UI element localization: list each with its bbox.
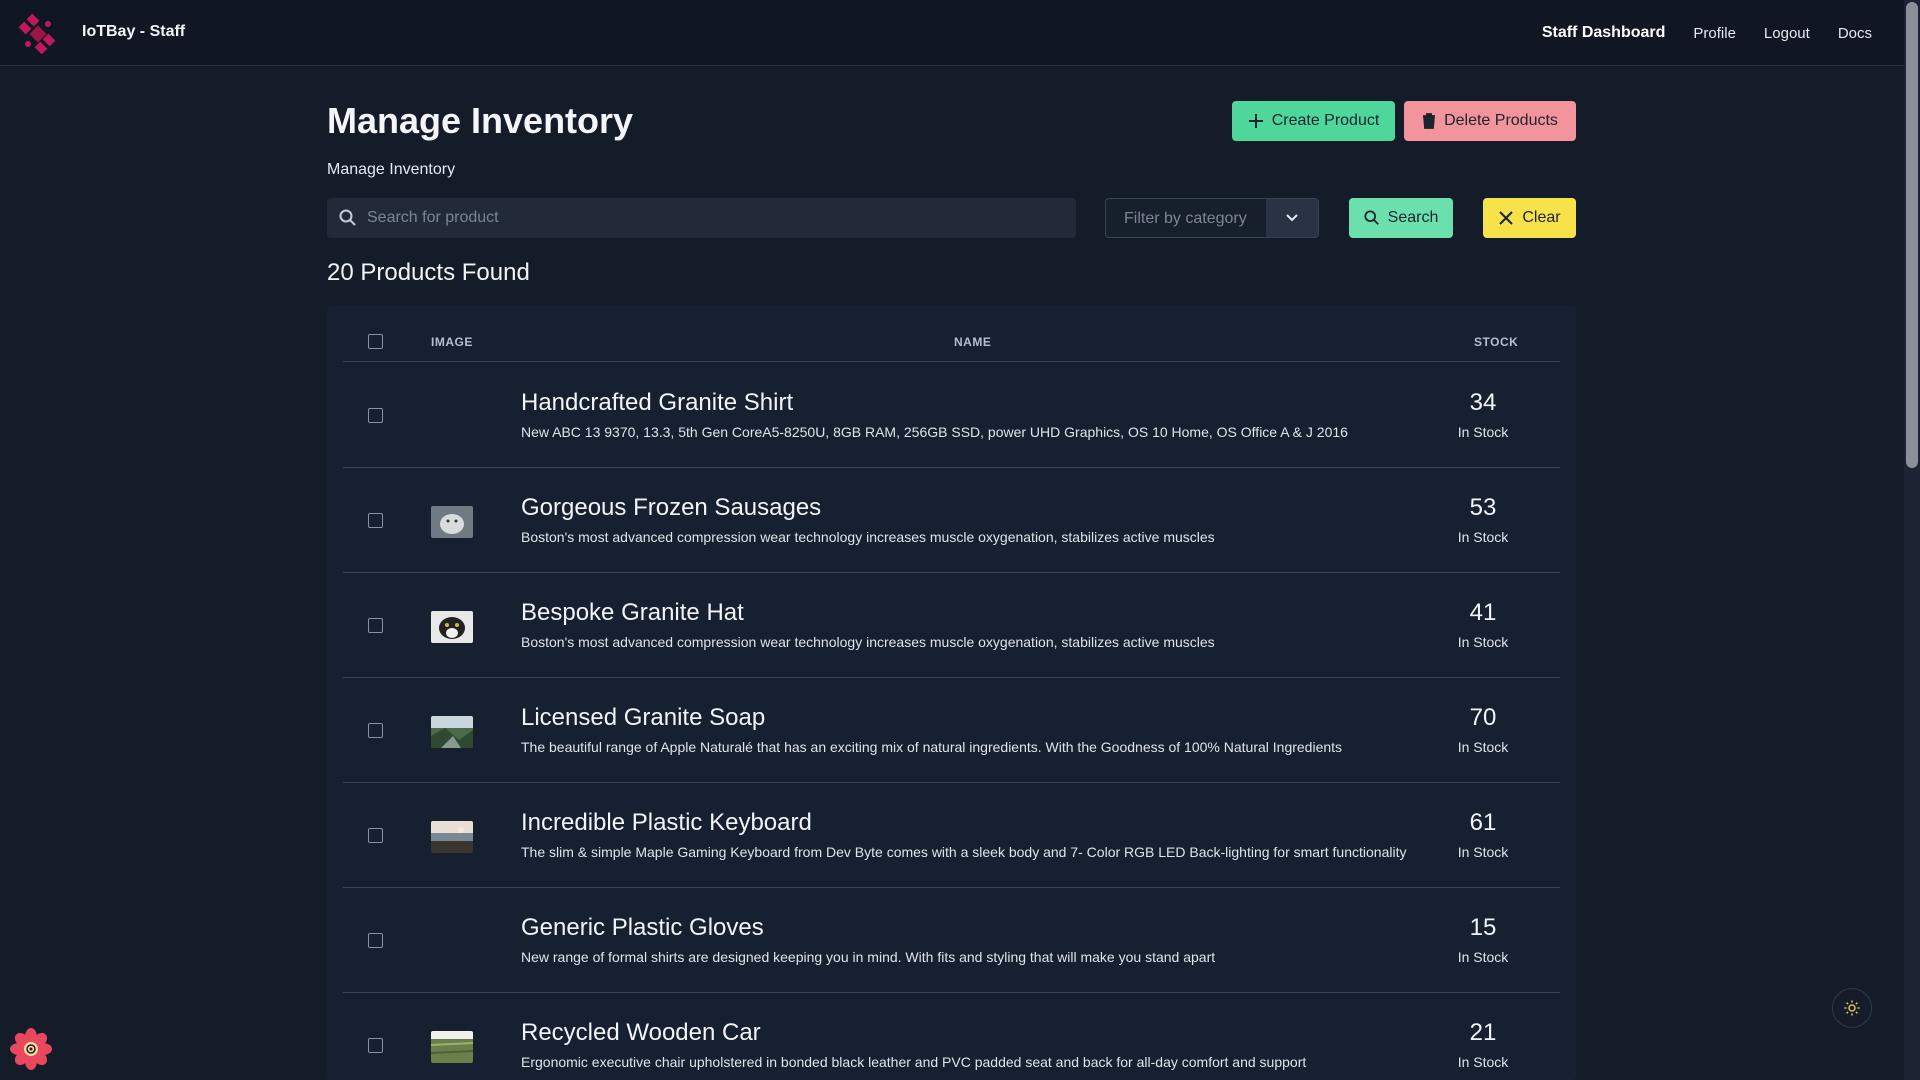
nav-links: Staff Dashboard Profile Logout Docs [1528,0,1886,66]
row-checkbox[interactable] [368,513,383,528]
nav-profile[interactable]: Profile [1679,25,1750,42]
page-scrollbar[interactable] [1904,0,1920,1080]
category-filter-toggle[interactable] [1266,199,1318,237]
search-field [327,198,1076,238]
select-all-checkbox[interactable] [368,334,383,349]
delete-products-label: Delete Products [1444,112,1558,129]
product-name[interactable]: Bespoke Granite Hat [521,599,744,627]
nav-logout[interactable]: Logout [1750,25,1824,42]
product-thumbnail [431,1031,473,1063]
close-icon [1499,211,1514,225]
product-description: New range of formal shirts are designed … [521,949,1216,965]
category-filter-select[interactable]: Filter by category [1105,198,1319,238]
product-description: The beautiful range of Apple Naturalé th… [521,739,1343,755]
stock-status: In Stock [1457,634,1509,650]
table-header: IMAGE NAME STOCK [343,306,1560,362]
search-icon [1364,210,1379,225]
stock-status: In Stock [1457,529,1509,545]
product-name[interactable]: Generic Plastic Gloves [521,914,764,942]
scrollbar-thumb[interactable] [1906,2,1918,468]
product-thumbnail [431,506,473,538]
table-row[interactable]: Incredible Plastic Keyboard The slim & s… [343,783,1560,888]
category-filter-placeholder: Filter by category [1124,210,1247,227]
nav-staff-dashboard[interactable]: Staff Dashboard [1528,24,1680,42]
theme-toggle-button[interactable] [1832,988,1872,1028]
row-checkbox[interactable] [368,723,383,738]
product-description: New ABC 13 9370, 13.3, 5th Gen CoreA5-82… [521,424,1348,440]
column-header-name: NAME [954,335,992,349]
stock-status: In Stock [1457,1054,1509,1070]
product-description: Boston's most advanced compression wear … [521,529,1215,545]
table-row[interactable]: Bespoke Granite Hat Boston's most advanc… [343,573,1560,678]
create-product-label: Create Product [1271,112,1380,129]
stock-status: In Stock [1457,424,1509,440]
trash-icon [1423,113,1436,129]
row-checkbox[interactable] [368,828,383,843]
search-input[interactable] [367,198,1057,238]
table-row[interactable]: Recycled Wooden Car Ergonomic executive … [343,993,1560,1080]
table-row[interactable]: Handcrafted Granite Shirt New ABC 13 937… [343,363,1560,468]
page-title: Manage Inventory [327,100,634,141]
table-row[interactable]: Generic Plastic Gloves New range of form… [343,888,1560,993]
stock-status: In Stock [1457,949,1509,965]
stock-count: 61 [1469,809,1497,836]
column-header-stock: STOCK [1474,335,1519,349]
sun-icon [1844,1000,1860,1016]
product-name[interactable]: Gorgeous Frozen Sausages [521,494,821,522]
clear-button-label: Clear [1522,209,1561,226]
product-description: The slim & simple Maple Gaming Keyboard … [521,844,1407,860]
product-thumbnail [431,716,473,748]
nav-docs[interactable]: Docs [1824,25,1886,42]
row-checkbox[interactable] [368,1038,383,1053]
brand-logo-icon[interactable] [18,14,58,54]
plus-icon [1248,114,1263,128]
stock-status: In Stock [1457,739,1509,755]
stock-count: 21 [1469,1019,1497,1046]
row-checkbox[interactable] [368,933,383,948]
product-description: Ergonomic executive chair upholstered in… [521,1054,1307,1070]
stock-count: 70 [1469,704,1497,731]
product-description: Boston's most advanced compression wear … [521,634,1215,650]
page-subtitle: Manage Inventory [327,161,456,178]
table-row[interactable]: Gorgeous Frozen Sausages Boston's most a… [343,468,1560,573]
row-checkbox[interactable] [368,618,383,633]
flower-logo-icon[interactable] [10,1028,52,1070]
stock-status: In Stock [1457,844,1509,860]
top-navbar: IoTBay - Staff Staff Dashboard Profile L… [0,0,1904,66]
row-checkbox[interactable] [368,408,383,423]
products-table: IMAGE NAME STOCK Handcrafted Granite Shi… [327,306,1576,1080]
search-button[interactable]: Search [1349,198,1453,238]
search-icon [339,209,356,226]
results-count: 20 Products Found [327,259,530,286]
stock-count: 34 [1469,389,1497,416]
product-name[interactable]: Recycled Wooden Car [521,1019,761,1047]
product-name[interactable]: Licensed Granite Soap [521,704,765,732]
stock-count: 41 [1469,599,1497,626]
chevron-down-icon [1286,214,1298,222]
product-name[interactable]: Handcrafted Granite Shirt [521,389,793,417]
create-product-button[interactable]: Create Product [1232,101,1395,141]
product-thumbnail [431,611,473,643]
stock-count: 15 [1469,914,1497,941]
product-thumbnail [431,821,473,853]
clear-button[interactable]: Clear [1483,198,1576,238]
column-header-image: IMAGE [431,335,473,349]
search-button-label: Search [1387,209,1439,226]
table-row[interactable]: Licensed Granite Soap The beautiful rang… [343,678,1560,783]
product-name[interactable]: Incredible Plastic Keyboard [521,809,812,837]
stock-count: 53 [1469,494,1497,521]
delete-products-button[interactable]: Delete Products [1404,101,1576,141]
brand-title[interactable]: IoTBay - Staff [82,23,185,41]
